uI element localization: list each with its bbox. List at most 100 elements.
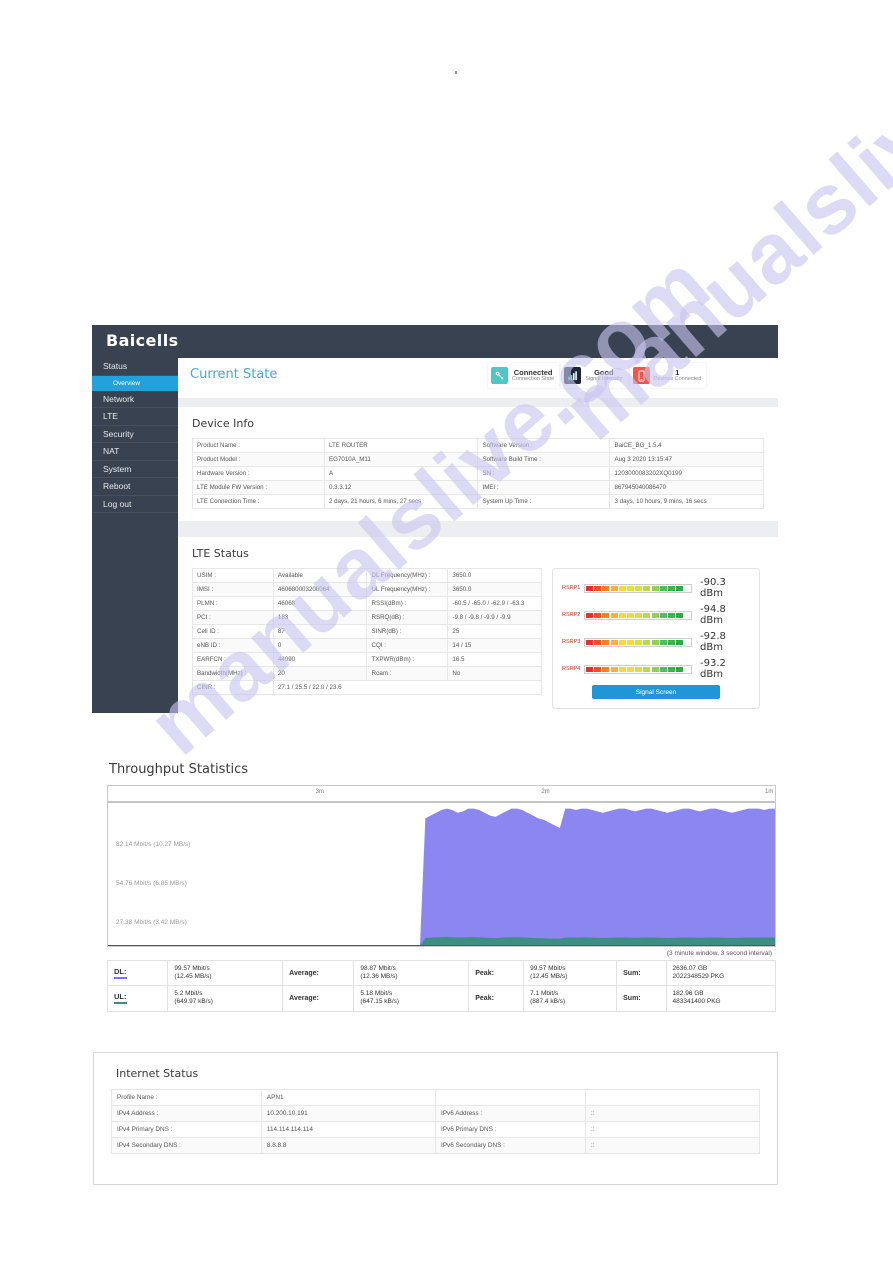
field-label: IPv6 Secondary DNS : [434,1137,586,1154]
table-row: IPv4 Secondary DNS : 8.8.8.8 IPv6 Second… [111,1137,761,1154]
status-badge-devices[interactable]: 1 Devices Connected [629,363,707,388]
table-row: Profile Name : APN1 [111,1089,761,1106]
dl-current-sub: (12.45 MB/s) [174,973,212,981]
sidebar-item-network[interactable]: Network [92,391,178,408]
rsrp-label: RSRP1 [562,585,581,591]
field-value: 27.1 / 25.5 / 22.0 / 23.6 [272,680,543,695]
field-value: Available [272,568,368,583]
field-label: IMSI : [192,582,274,597]
field-value: 10.200.10.191 [260,1105,436,1122]
sidebar-nav[interactable]: Status Overview Network LTE Security NAT… [92,358,178,713]
table-row: USIM : Available DL Frequency(MHz) : 365… [192,568,542,583]
dl-current: 99.57 Mbit/s [174,965,210,972]
field-label: PCI : [192,610,274,625]
rsrp-meter [584,583,692,593]
field-label: Bandwidth(MHz) : [192,666,274,681]
throughput-chart-svg [108,801,775,946]
dl-sum-label: Sum: [623,969,641,977]
sidebar-item-label: LTE [103,411,118,421]
field-label: IMEI : [477,480,611,495]
field-value: Aug 3 2020 13:15:47 [609,452,764,467]
status-badge-signal[interactable]: Good Signal Intensity [561,363,628,388]
ul-current: 5.2 Mbit/s [174,990,203,998]
field-label: IPv6 Address : [434,1105,586,1122]
ul-peak-sub: (887.4 kB/s) [530,998,566,1006]
dl-sum-sub: 2022348529 PKG [672,973,725,981]
status-badge-connection[interactable]: Connected Connection State [488,363,560,388]
field-label: RSSI(dBm) : [366,596,449,611]
rsrp-row: RSRP3 -92.8 dBm [562,631,750,653]
ul-sum-sub: 483341400 PKG [672,998,721,1006]
sidebar-item-reboot[interactable]: Reboot [92,478,178,496]
rsrp-label: RSRP2 [562,612,581,618]
sidebar-item-security[interactable]: Security [92,426,178,443]
rsrp-value: -92.8 dBm [700,631,726,653]
sidebar-item-overview[interactable]: Overview [92,375,178,391]
ul-average-sub: (647.15 kB/s) [360,998,400,1006]
lte-status-panel: LTE Status USIM : Available DL Frequency… [178,537,778,713]
field-value: 8.8.8.8 [260,1137,436,1154]
x-tick-label: 3m [315,789,324,795]
field-label: TXPWR(dBm) : [366,652,449,667]
rsrp-label: RSRP3 [562,639,581,645]
field-value [584,1089,761,1106]
field-value: 87 [272,624,368,639]
ul-link[interactable]: UL: [114,992,127,1005]
dl-average-sub: (12.36 MB/s) [360,973,398,981]
badge-label: Connection State [512,375,555,382]
rsrp-value: -90.3 dBm [700,577,726,599]
field-label: IPv4 Address : [111,1105,262,1122]
table-row: IMSI : 460680003200064 UL Frequency(MHz)… [192,582,542,597]
sidebar-item-nat[interactable]: NAT [92,443,178,461]
lte-status-title: LTE Status [192,547,249,560]
table-row: IPv4 Primary DNS : 114.114.114.114 IPv6 … [111,1121,761,1138]
field-value: :: [584,1137,761,1154]
badge-label: Devices Connected [653,375,702,382]
sidebar-item-logout[interactable]: Log out [92,496,178,513]
app-header: Baicells [92,325,778,358]
rsrp-meter [584,610,692,620]
table-row: Bandwidth(MHz) : 20 Roam : No [192,666,542,681]
document-page: Baicells Status Overview Network LTE Sec… [0,0,893,1263]
field-value: 3 days, 10 hours, 9 mins, 16 secs [609,494,764,509]
device-info-title: Device Info [192,417,254,430]
field-label: PLMN : [192,596,274,611]
page-artifact-dot [455,71,457,74]
sidebar-item-label: Overview [113,379,141,387]
field-label: Roam : [366,666,449,681]
table-row: Cell ID : 87 SINR(dB) : 25 [192,624,542,639]
field-value: 2 days, 21 hours, 6 mins, 27 secs [323,494,479,509]
sidebar-item-label: Network [103,393,135,404]
sidebar-item-system[interactable]: System [92,461,178,478]
field-label: SINR(dB) : [366,624,449,639]
sidebar-item-label: Security [103,428,134,439]
signal-screen-button[interactable]: Signal Screen [592,685,720,699]
throughput-chart: 3m 2m 1m 82.14 Mbit/s (10.27 MB/s) 54.76… [107,785,776,957]
field-label: Cell ID : [192,624,274,639]
rsrp-value: -93.2 dBm [700,658,726,680]
field-label: System Up Time : [477,494,611,509]
current-state-header: Current State Connected Connection State [178,358,778,398]
chart-annotation: (3 minute window, 3 second interval) [666,950,772,957]
field-value: 14 / 15 [447,638,542,653]
baicells-logo: Baicells [106,331,179,350]
throughput-section: Throughput Statistics 3m 2m 1m 82.14 Mbi… [106,762,778,1012]
table-row: EARFCN : 44090 TXPWR(dBm) : 16.5 [192,652,542,667]
field-value: 114.114.114.114 [260,1121,436,1138]
sidebar-item-status[interactable]: Status [92,358,178,376]
table-row: CINR : 27.1 / 25.5 / 22.0 / 23.6 [192,680,543,695]
field-label: EARFCN : [192,652,274,667]
field-value: 0.3.3.12 [323,480,479,495]
field-label: IPv4 Primary DNS : [111,1121,262,1138]
field-label: CQI : [366,638,449,653]
field-label: Software Build Time : [477,452,611,467]
dl-average: 98.87 Mbit/s [360,965,396,972]
dl-link[interactable]: DL: [114,967,127,980]
rsrp-meter [584,664,692,674]
badge-label: Signal Intensity [585,375,623,382]
sidebar-item-lte[interactable]: LTE [92,408,178,426]
sidebar-item-label: Status [103,361,128,371]
dl-peak-label: Peak: [475,969,494,977]
page-title: Current State [190,367,278,382]
dl-peak-sub: (12.45 MB/s) [530,973,568,981]
